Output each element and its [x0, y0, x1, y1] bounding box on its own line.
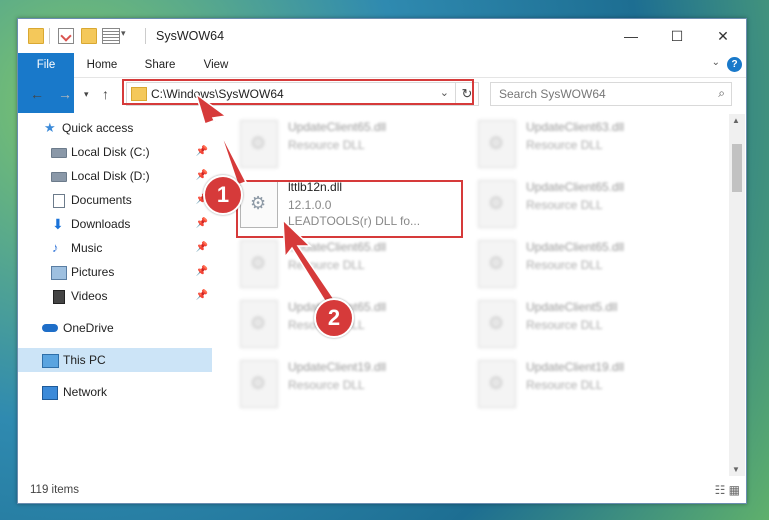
arrow-2: [282, 218, 338, 307]
annotation-arrows: [194, 92, 338, 307]
callout-two: 2: [314, 298, 354, 338]
arrow-1: [194, 92, 248, 186]
callout-one: 1: [203, 175, 243, 215]
